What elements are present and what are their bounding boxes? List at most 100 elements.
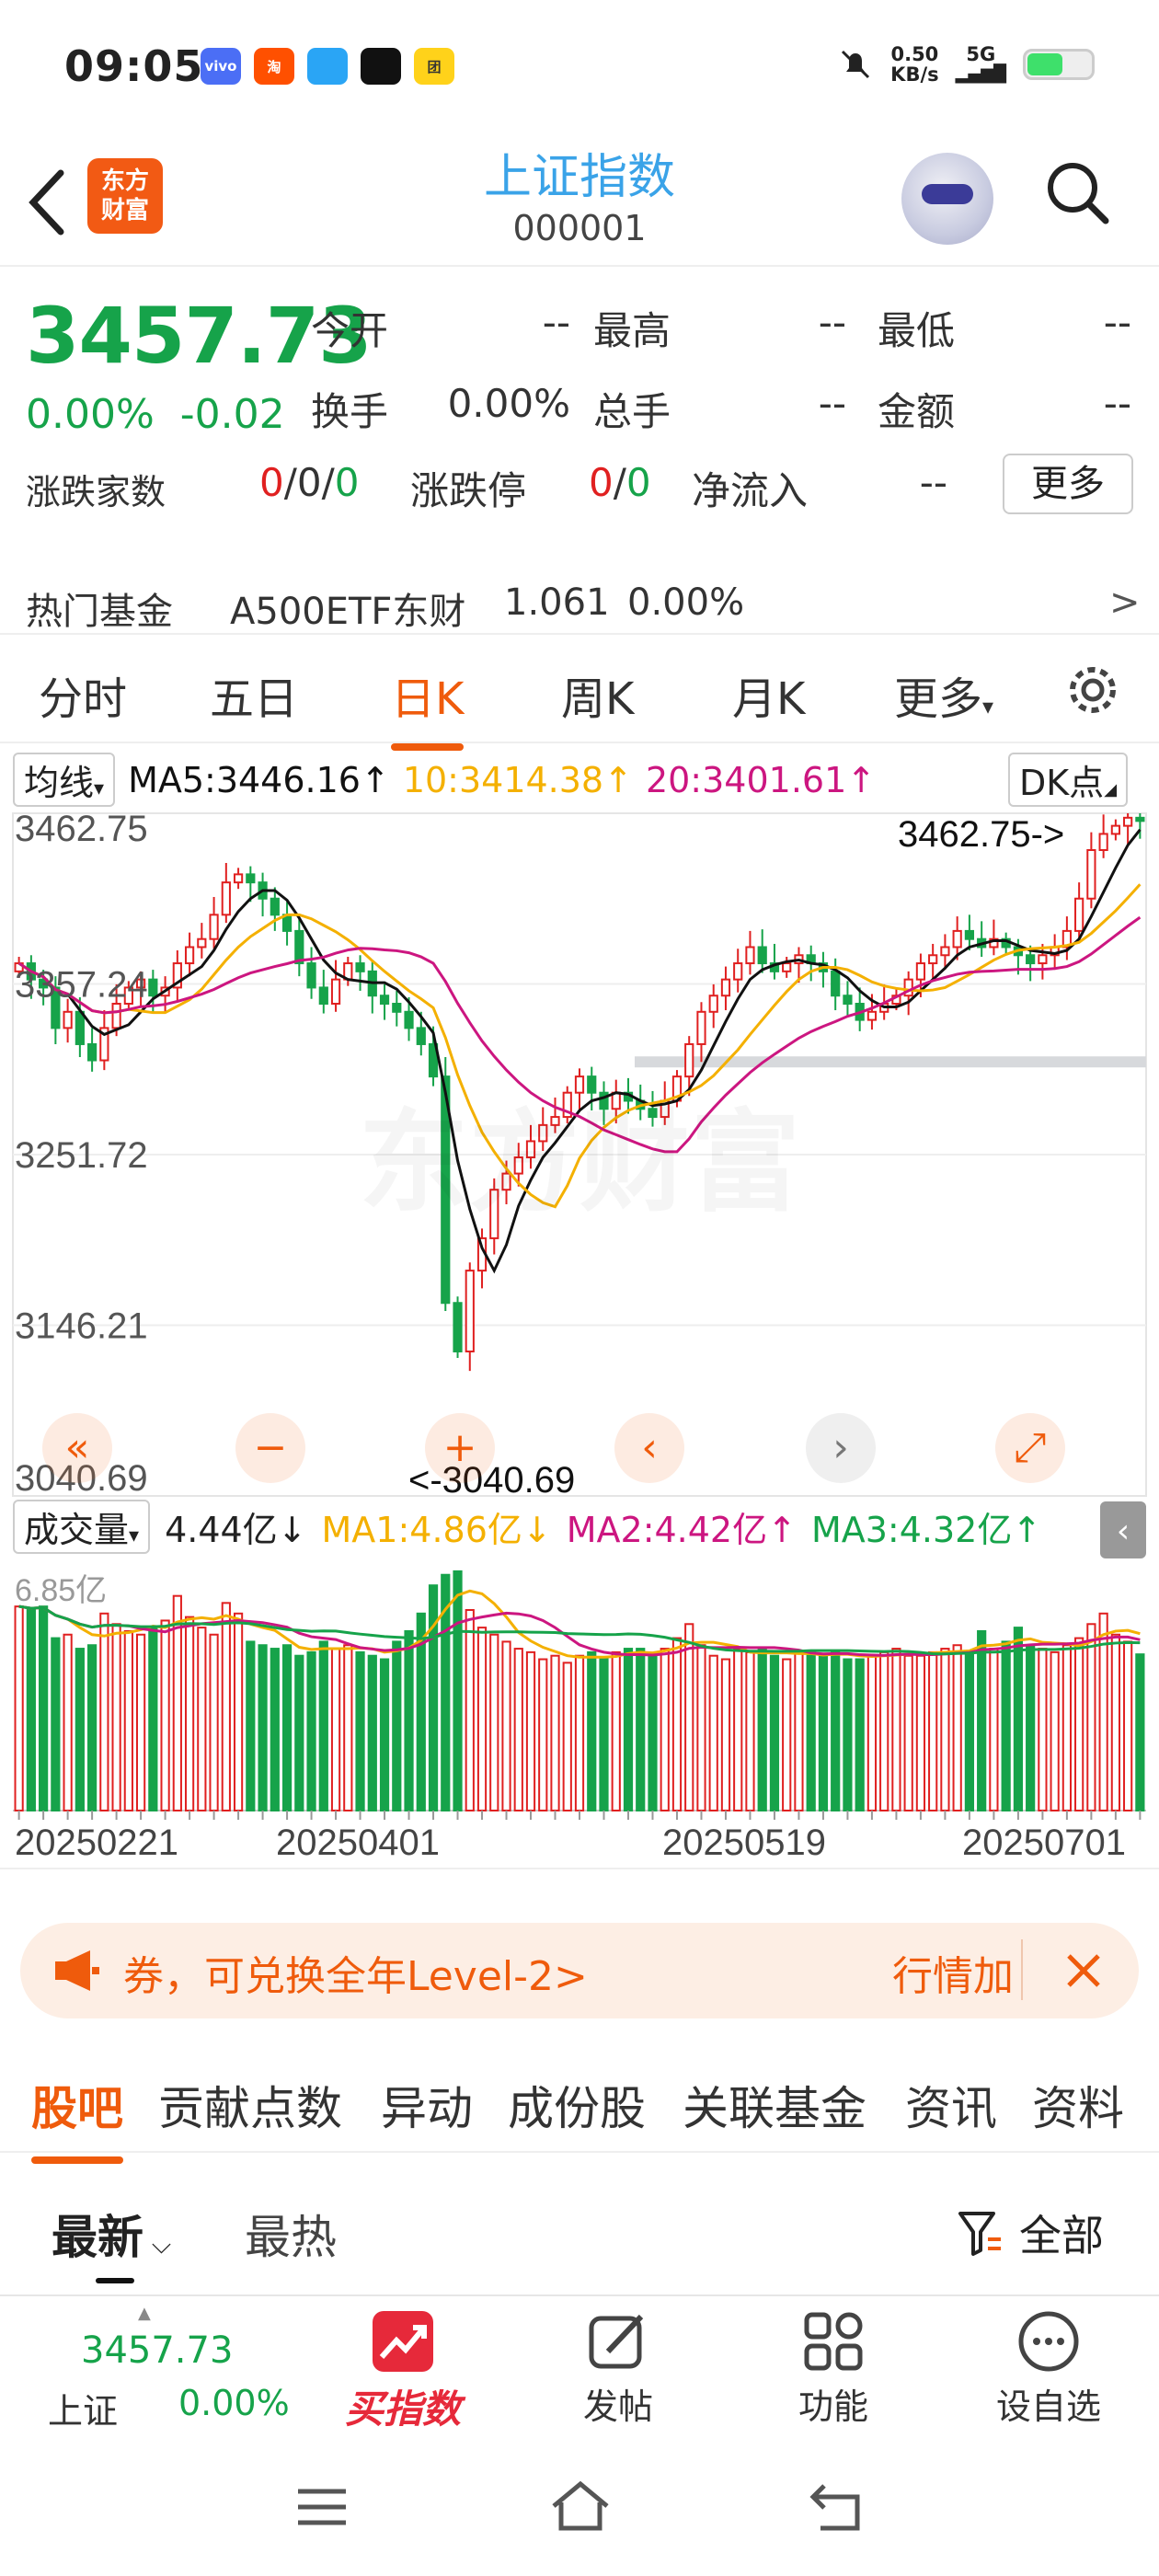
more-dots-icon [1018,2311,1079,2372]
volume-bar [51,1637,61,1811]
settings-gear-icon[interactable] [1063,661,1122,719]
tab-profile[interactable]: 资料 [1032,2072,1124,2138]
volume-bar [501,1640,511,1811]
tab-related-funds[interactable]: 关联基金 [683,2072,866,2138]
volume-bar [1074,1637,1084,1811]
date-axis-label: 20250701 [962,1823,1126,1863]
price-axis-label: 3462.75 [15,809,148,849]
volume-bar [708,1654,718,1811]
add-watchlist-button[interactable]: 设自选 [957,2296,1141,2429]
volume-bar [757,1648,767,1812]
kline-chart[interactable]: 均线▾ MA5:3446.16↑ 10:3414.38↑ 20:3401.61↑… [0,742,1159,1901]
candle-body [720,978,731,997]
volume-bar [160,1619,170,1811]
date-axis-label: 20250519 [662,1823,826,1863]
search-icon[interactable] [1045,160,1109,224]
home-icon[interactable] [548,2478,613,2534]
volume-bar [1001,1640,1011,1811]
candle-body [843,995,853,1006]
limit-values: 0/0 [589,460,651,505]
close-icon[interactable] [1063,1950,1104,1991]
sort-latest[interactable]: 最新 ⌵ [52,2201,171,2267]
filter-icon[interactable] [957,2208,1004,2258]
chart-control-icon: ⤢ [1014,1424,1046,1471]
volume-bar [1123,1640,1133,1811]
index-quick-quote[interactable]: ▲ 3457.73 上证 0.00% [0,2296,294,2444]
tab-five-day[interactable]: 五日 [210,662,298,727]
tab-unusual[interactable]: 异动 [381,2072,473,2138]
assistant-robot-icon[interactable] [901,153,993,245]
candle-body [111,1003,121,1029]
tab-weekly-k[interactable]: 周K [561,662,634,727]
candle-body [379,995,390,1006]
chart-control-icon: › [832,1424,849,1471]
low-value: -- [1103,300,1131,345]
volume-bar [574,1654,585,1811]
battery-icon [1023,49,1095,80]
hot-fund-pct: 0.00% [627,581,745,624]
system-status: 0.50 KB/s 5G ▂▄▆█ [837,44,1095,85]
open-value: -- [542,300,570,345]
volume-bar [866,1654,878,1811]
sort-hot[interactable]: 最热 [245,2201,337,2267]
volume-selector[interactable]: 成交量▾ [13,1500,151,1554]
volume-bar [928,1650,938,1812]
date-axis-label: 20250221 [15,1823,178,1863]
more-button[interactable]: 更多 [1003,454,1133,514]
candle-body [318,986,328,1006]
candle-body [1026,954,1036,965]
hot-fund-name[interactable]: A500ETF东财 [230,581,465,635]
volume-bar [903,1654,913,1811]
volume-bar [671,1637,683,1811]
volume-bar [1086,1623,1096,1811]
back-nav-icon[interactable] [808,2478,866,2534]
volume-bar [1013,1627,1024,1812]
candle-body [915,962,926,981]
tab-monthly-k[interactable]: 月K [732,662,805,727]
tiktok-icon [361,48,401,85]
tab-news[interactable]: 资讯 [905,2072,997,2138]
candle-body [270,897,280,916]
volume-bar [940,1648,950,1812]
tab-guba[interactable]: 股吧 [31,2072,123,2164]
volume-bar [745,1650,755,1812]
meituan-icon: 团 [414,48,454,85]
tab-contribution[interactable]: 贡献点数 [158,2072,342,2138]
candle-body [404,1010,414,1029]
buy-index-button[interactable]: 买指数 [311,2296,495,2434]
volume-bar [1050,1650,1060,1812]
hot-fund-price: 1.061 [504,581,610,624]
promo-right-text: 行情加 [892,1953,1014,2000]
filter-all[interactable]: 全部 [1019,2202,1104,2263]
breadth-values: 0/0/0 [259,460,360,505]
candle-body [184,946,195,965]
grid-apps-icon [804,2312,863,2371]
notification-icons: vivo 淘 团 [201,48,454,85]
volume-bar [513,1648,523,1812]
volume-bar [270,1648,280,1812]
volume-bar [318,1640,328,1811]
volume-bar [428,1584,439,1811]
chart-control-icon: − [254,1424,288,1471]
promo-banner[interactable]: 券，可兑换全年Level-2> 行情加 [20,1923,1139,2018]
candle-body [696,1010,706,1045]
tab-intraday[interactable]: 分时 [39,662,127,727]
tab-daily-k[interactable]: 日K [391,662,465,751]
volume-bar [148,1627,158,1812]
volume-bar [696,1644,706,1811]
vivo-app-icon: vivo [201,48,241,85]
volume-bar [562,1662,572,1811]
candle-body [221,881,231,916]
hot-fund-arrow-icon[interactable]: > [1109,581,1141,624]
high-callout: 3462.75-> [898,814,1064,855]
net-speed: 0.50 KB/s [890,43,939,86]
candle-body [1074,897,1084,932]
functions-button[interactable]: 功能 [741,2296,925,2429]
chart-control-icon: ‹ [641,1424,658,1471]
post-button[interactable]: 发帖 [526,2296,710,2429]
menu-icon[interactable] [294,2484,350,2530]
megaphone-icon [55,1950,99,1991]
tab-constituents[interactable]: 成份股 [508,2072,646,2138]
volume-bar [1038,1648,1048,1812]
tab-more[interactable]: 更多▾ [894,662,993,727]
